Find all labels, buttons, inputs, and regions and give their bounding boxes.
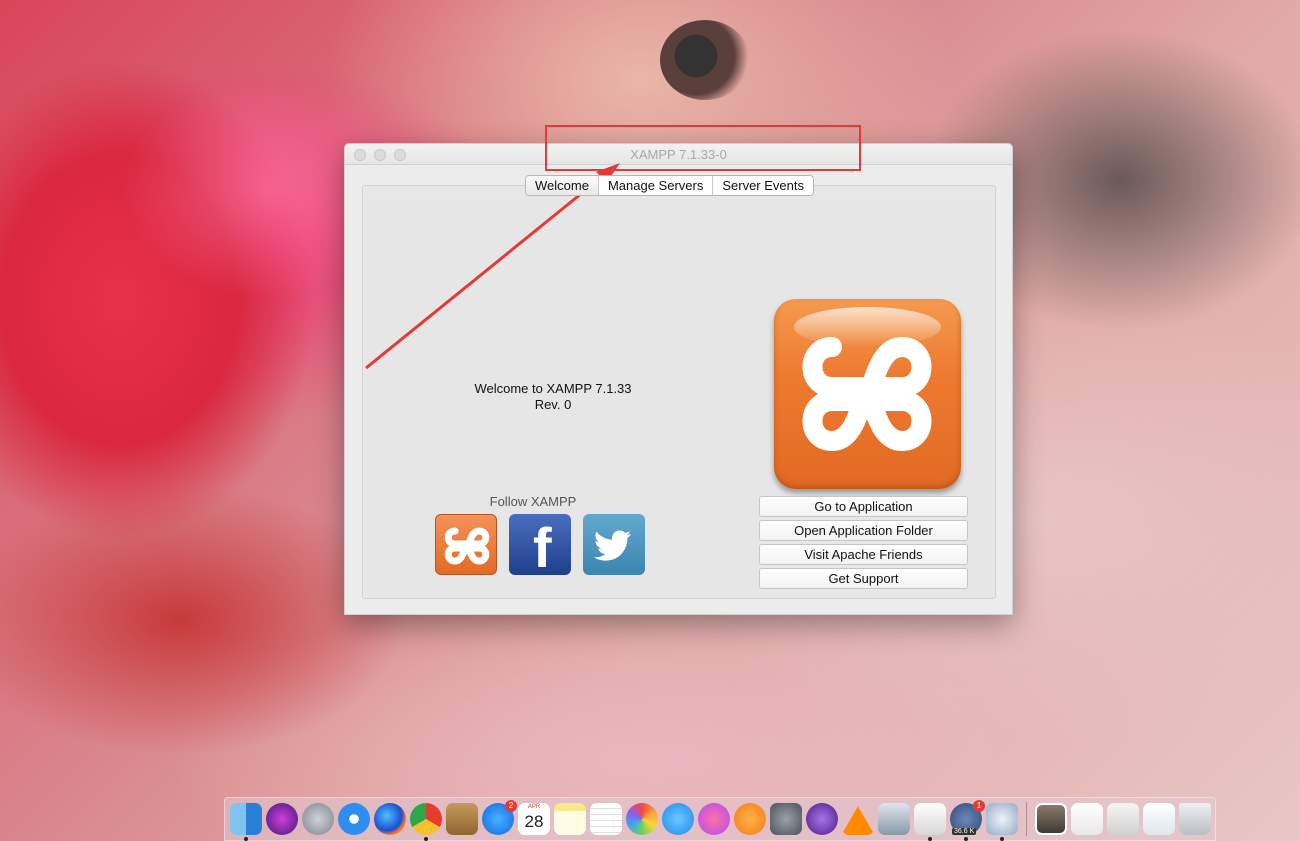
calendar-month: APR [527,804,541,810]
app-store-badge: 2 [505,800,517,812]
tab-server-events[interactable]: Server Events [713,176,813,195]
ibooks-icon[interactable] [734,803,766,835]
chrome-icon[interactable] [410,803,442,841]
siri-icon[interactable] [266,803,298,835]
annotation-arrow-line [365,170,609,370]
reminders-icon[interactable] [590,803,622,835]
firefox-icon[interactable] [374,803,406,835]
launchpad-icon[interactable] [302,803,334,835]
running-indicator [928,837,932,841]
folder-stack-icon[interactable] [1143,803,1175,835]
running-indicator [244,837,248,841]
document-stack-icon[interactable] [1071,803,1103,835]
tab-welcome[interactable]: Welcome [526,176,599,195]
dock-separator [1026,802,1027,836]
system-preferences-icon[interactable] [770,803,802,835]
network-speed-label: 36.6 K [952,828,977,835]
finder-icon[interactable] [230,803,262,841]
preview-icon[interactable] [878,803,910,835]
xampp-manager-icon[interactable] [986,803,1018,841]
photos-icon[interactable] [626,803,658,835]
dock: 2 APR 28 1 36.6 K [224,797,1216,841]
safari-icon[interactable] [338,803,370,835]
network-monitor-icon[interactable]: 1 36.6 K [950,800,985,841]
app-store-icon[interactable]: 2 [482,800,517,835]
running-indicator [964,837,968,841]
itunes-icon[interactable] [698,803,730,835]
messages-icon[interactable] [662,803,694,835]
running-indicator [1000,837,1004,841]
downloads-stack-icon[interactable] [1035,803,1067,835]
trash-icon[interactable] [1179,803,1211,835]
screenshot-stack-icon[interactable] [1107,803,1139,835]
contacts-icon[interactable] [446,803,478,835]
tab-manage-servers[interactable]: Manage Servers [598,176,714,195]
calendar-day: 28 [524,812,544,831]
textedit-icon[interactable] [914,803,946,841]
notes-icon[interactable] [554,803,586,835]
network-badge: 1 [973,800,985,812]
calendar-icon[interactable]: APR 28 [518,803,550,835]
tab-bar: Welcome Manage Servers Server Events [525,175,814,196]
vlc-icon[interactable] [842,803,874,835]
running-indicator [424,837,428,841]
tor-browser-icon[interactable] [806,803,838,835]
annotation-arrow [365,163,620,370]
